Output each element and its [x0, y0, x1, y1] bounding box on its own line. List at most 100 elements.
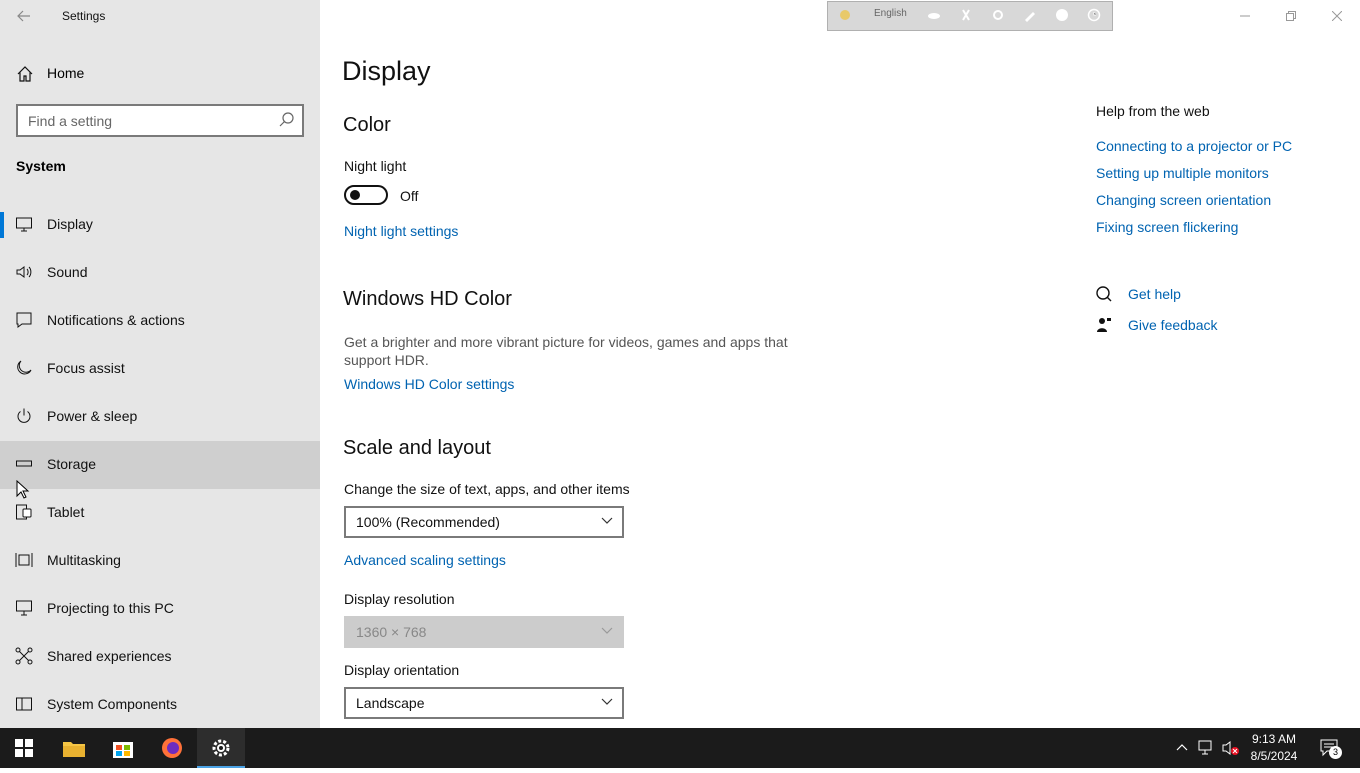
- settings-taskbar-button[interactable]: [197, 728, 245, 768]
- sidebar-item-system-components[interactable]: System Components: [0, 681, 320, 729]
- back-button[interactable]: [12, 4, 36, 28]
- page-title: Display: [342, 56, 431, 86]
- start-button[interactable]: [0, 728, 48, 768]
- sidebar-item-power-sleep[interactable]: Power & sleep: [0, 393, 320, 441]
- hdr-settings-link[interactable]: Windows HD Color settings: [344, 376, 514, 392]
- sidebar-item-sound[interactable]: Sound: [0, 249, 320, 297]
- chevron-down-icon: [601, 698, 613, 705]
- sidebar-item-label: Storage: [47, 456, 97, 472]
- store-button[interactable]: [99, 728, 147, 768]
- gear-icon: [212, 739, 230, 757]
- clock-date: 8/5/2024: [1250, 749, 1298, 763]
- window-title: Settings: [62, 9, 106, 23]
- store-icon: [113, 742, 133, 758]
- cloud-icon[interactable]: [927, 8, 941, 22]
- clock-time: 9:13 AM: [1251, 732, 1297, 746]
- night-light-settings-link[interactable]: Night light settings: [344, 223, 458, 239]
- night-light-toggle[interactable]: [344, 185, 388, 205]
- resolution-dropdown[interactable]: 1360 × 768: [344, 616, 624, 648]
- sidebar-item-notifications[interactable]: Notifications & actions: [0, 297, 320, 345]
- volume-muted-icon[interactable]: [1222, 740, 1240, 756]
- orientation-label: Display orientation: [344, 662, 460, 678]
- back-arrow-icon: [17, 10, 30, 22]
- restore-button[interactable]: [1268, 0, 1314, 32]
- projector-icon: [16, 600, 32, 616]
- chevron-down-icon: [601, 517, 613, 524]
- restore-icon: [1286, 11, 1296, 21]
- mouse-cursor-icon: [16, 480, 30, 499]
- sidebar-item-label: Projecting to this PC: [47, 600, 174, 616]
- network-icon[interactable]: [1198, 740, 1216, 756]
- shared-icon: [15, 647, 33, 665]
- speaker-icon: [16, 266, 32, 278]
- sidebar-item-label: Sound: [47, 264, 88, 280]
- hdr-description: Get a brighter and more vibrant picture …: [344, 334, 788, 368]
- help-link[interactable]: Connecting to a projector or PC: [1096, 138, 1292, 154]
- night-light-label: Night light: [344, 158, 407, 174]
- color-heading: Color: [343, 114, 391, 136]
- dropdown-value: 1360 × 768: [356, 624, 427, 640]
- clock-icon[interactable]: [1087, 8, 1101, 22]
- sidebar-item-focus-assist[interactable]: Focus assist: [0, 345, 320, 393]
- gear-icon[interactable]: [991, 8, 1005, 22]
- sidebar-item-label: System Components: [47, 696, 177, 712]
- help-icon[interactable]: [1055, 8, 1069, 22]
- sidebar-item-shared-experiences[interactable]: Shared experiences: [0, 633, 320, 681]
- sidebar-item-label: Notifications & actions: [47, 312, 185, 328]
- windows-icon: [15, 739, 33, 757]
- sidebar-item-label: Display: [47, 216, 93, 232]
- help-link[interactable]: Changing screen orientation: [1096, 192, 1271, 208]
- search-icon: [279, 112, 294, 127]
- advanced-scaling-link[interactable]: Advanced scaling settings: [344, 552, 506, 568]
- action-center-button[interactable]: 3: [1312, 728, 1352, 768]
- dropdown-value: Landscape: [356, 695, 425, 711]
- night-light-state: Off: [400, 188, 419, 204]
- moon-icon: [17, 360, 32, 375]
- notification-icon: [16, 312, 32, 328]
- sidebar-item-tablet[interactable]: Tablet: [0, 489, 320, 537]
- resolution-label: Display resolution: [344, 591, 455, 607]
- home-icon: [17, 66, 33, 82]
- sidebar-item-storage[interactable]: Storage: [0, 441, 320, 489]
- sidebar-item-multitasking[interactable]: Multitasking: [0, 537, 320, 585]
- sidebar: Settings Home Find a setting System Disp…: [0, 0, 320, 728]
- ime-logo-icon: [840, 10, 850, 20]
- scale-size-label: Change the size of text, apps, and other…: [344, 481, 630, 497]
- selection-indicator: [0, 212, 4, 238]
- dropdown-value: 100% (Recommended): [356, 514, 500, 530]
- file-explorer-button[interactable]: [50, 728, 98, 768]
- get-help-link[interactable]: Get help: [1128, 286, 1181, 302]
- sidebar-item-display[interactable]: Display: [0, 201, 320, 249]
- taskbar: 9:13 AM 8/5/2024 3: [0, 728, 1360, 768]
- sidebar-item-projecting[interactable]: Projecting to this PC: [0, 585, 320, 633]
- folder-icon: [63, 742, 85, 757]
- help-link[interactable]: Setting up multiple monitors: [1096, 165, 1269, 181]
- sidebar-item-label: Shared experiences: [47, 648, 172, 664]
- sidebar-item-home[interactable]: Home: [0, 57, 320, 89]
- firefox-button[interactable]: [148, 728, 196, 768]
- feedback-icon: [1097, 318, 1111, 332]
- orientation-dropdown[interactable]: Landscape: [344, 687, 624, 719]
- sidebar-item-label: Tablet: [47, 504, 85, 520]
- storage-icon: [16, 460, 32, 467]
- multitasking-icon: [15, 553, 33, 567]
- tablet-icon: [16, 504, 32, 520]
- ime-language[interactable]: English: [874, 8, 907, 19]
- search-input[interactable]: Find a setting: [16, 104, 304, 137]
- minimize-button[interactable]: [1222, 0, 1268, 32]
- chevron-down-icon: [601, 627, 613, 634]
- clock[interactable]: 9:13 AM 8/5/2024: [1246, 731, 1302, 765]
- power-icon: [17, 408, 31, 423]
- close-icon: [1331, 10, 1343, 22]
- pen-icon[interactable]: [1023, 8, 1037, 22]
- get-help-icon: [1096, 286, 1112, 302]
- help-link[interactable]: Fixing screen flickering: [1096, 219, 1238, 235]
- ime-toolbar: English: [827, 1, 1113, 31]
- tool-icon[interactable]: [959, 8, 973, 22]
- search-placeholder: Find a setting: [28, 113, 113, 129]
- firefox-icon: [162, 738, 182, 758]
- chevron-up-icon[interactable]: [1176, 742, 1188, 752]
- give-feedback-link[interactable]: Give feedback: [1128, 317, 1218, 333]
- close-button[interactable]: [1314, 0, 1360, 32]
- scale-dropdown[interactable]: 100% (Recommended): [344, 506, 624, 538]
